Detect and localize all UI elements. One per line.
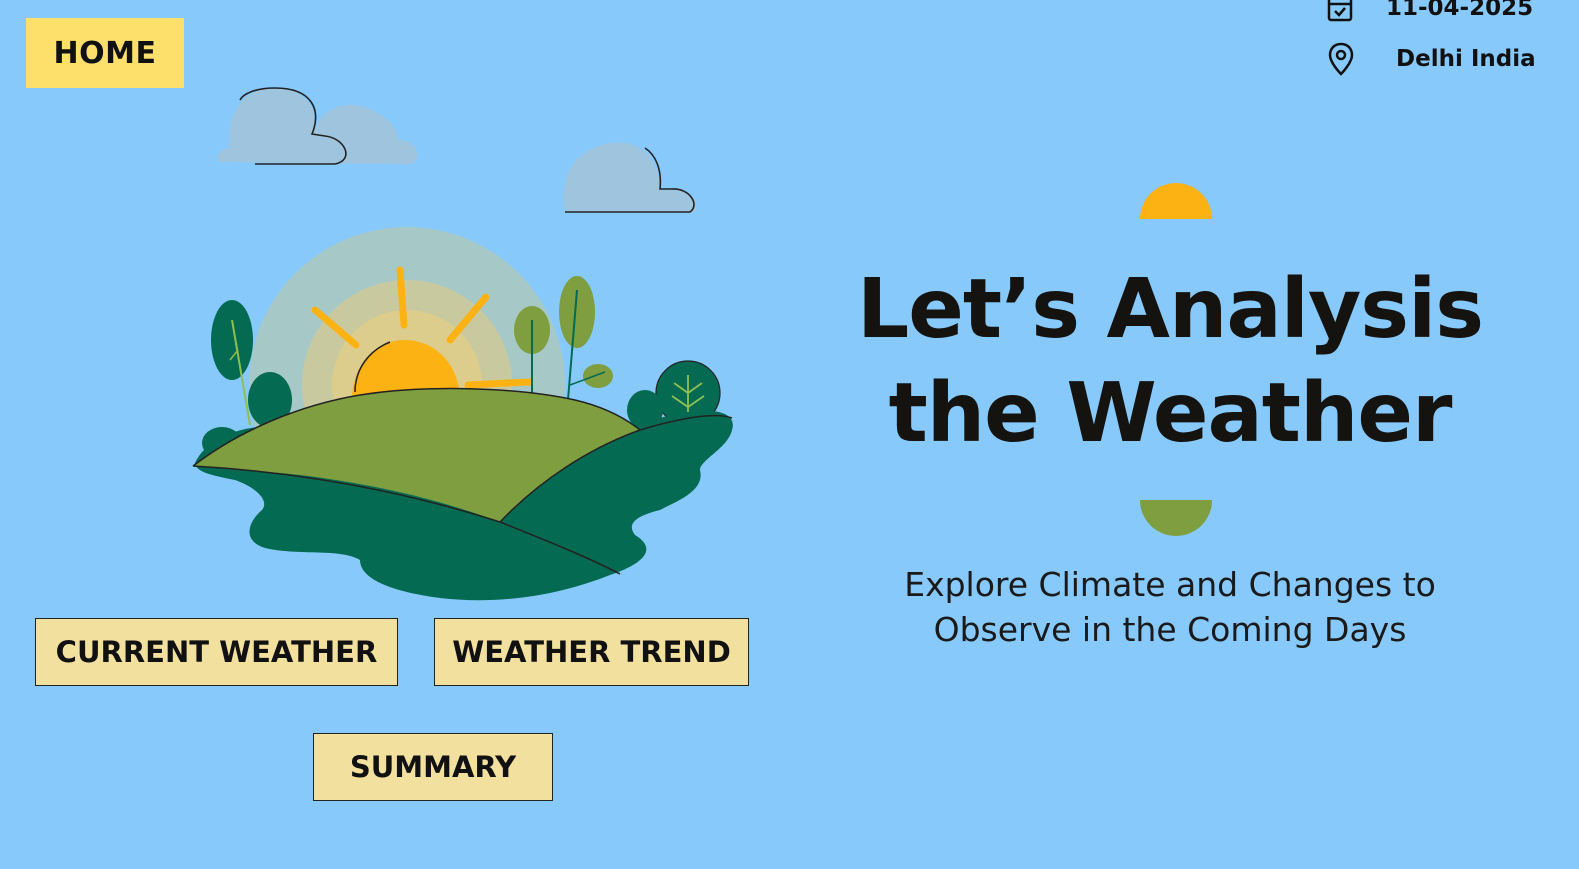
map-pin-icon [1328,42,1354,76]
summary-button[interactable]: SUMMARY [313,733,553,801]
title-line-2: the Weather [888,366,1453,461]
sun-half-icon [1140,183,1212,219]
date-text: 11-04-2025 [1386,0,1534,21]
title-line-1: Let’s Analysis [856,262,1484,357]
subtitle-line-1: Explore Climate and Changes to [904,565,1436,604]
hill-half-icon [1140,500,1212,536]
calendar-check-icon [1326,0,1354,24]
page-title: Let’s Analysis the Weather [840,258,1500,466]
date-display: 11-04-2025 [1326,0,1533,24]
home-button[interactable]: HOME [26,18,184,88]
cloud-right-icon [563,142,697,213]
page-subtitle: Explore Climate and Changes to Observe i… [860,562,1480,652]
subtitle-line-2: Observe in the Coming Days [933,610,1407,649]
cloud-left-icon [217,87,418,165]
current-weather-button[interactable]: CURRENT WEATHER [35,618,398,686]
location-display: Delhi India [1328,42,1536,76]
location-text: Delhi India [1396,46,1536,72]
weather-trend-button[interactable]: WEATHER TREND [434,618,749,686]
landscape-illustration [192,87,733,601]
